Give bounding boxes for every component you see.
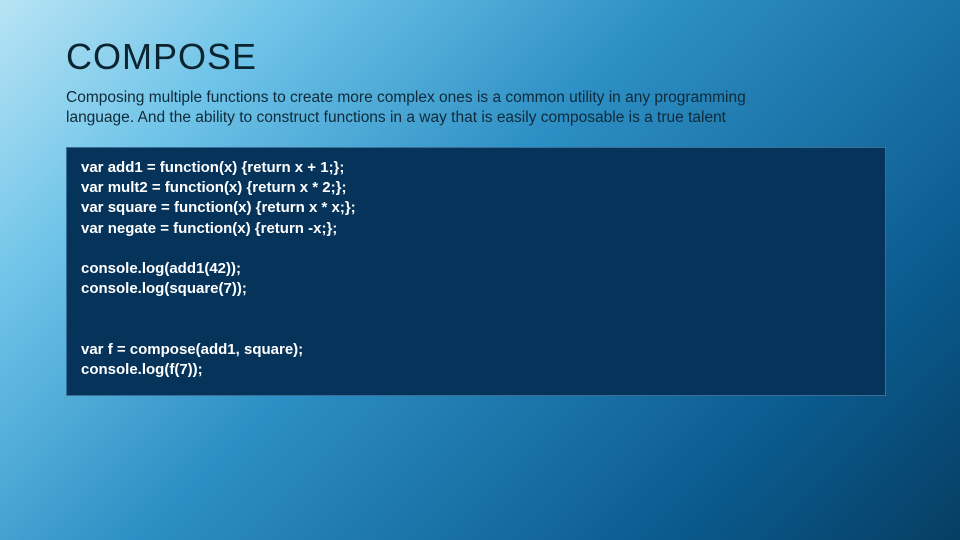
slide: COMPOSE Composing multiple functions to …: [0, 0, 960, 540]
slide-description: Composing multiple functions to create m…: [66, 88, 786, 129]
code-block: var add1 = function(x) {return x + 1;}; …: [66, 147, 886, 396]
slide-title: COMPOSE: [66, 36, 894, 78]
